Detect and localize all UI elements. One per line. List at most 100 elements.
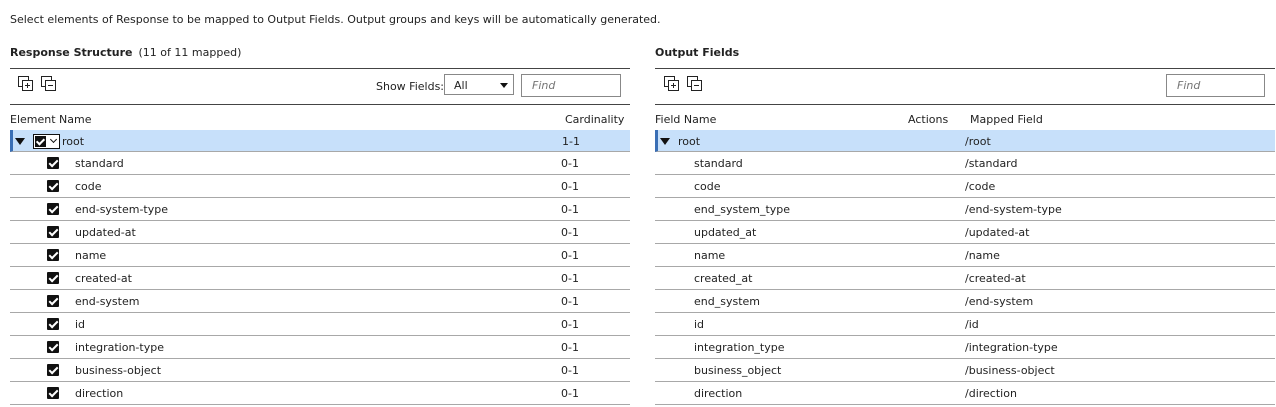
cardinality: 0-1 [561, 318, 579, 331]
checkbox-checked-icon[interactable] [47, 226, 59, 238]
cardinality: 1-1 [562, 135, 580, 148]
output-row[interactable]: code/code [655, 175, 1275, 198]
field-name: integration_type [694, 341, 785, 354]
cardinality: 0-1 [561, 226, 579, 239]
mapped-field: /code [965, 180, 996, 193]
instructions-text: Select elements of Response to be mapped… [10, 13, 661, 26]
output-row[interactable]: standard/standard [655, 152, 1275, 175]
field-name: created_at [694, 272, 753, 285]
output-fields-tree: root /root standard/standard code/code end… [655, 130, 1275, 405]
mapped-field: /root [965, 135, 991, 148]
checkbox-checked-icon[interactable] [47, 272, 59, 284]
field-name: code [694, 180, 721, 193]
element-name: direction [75, 387, 124, 400]
field-name: name [694, 249, 726, 262]
cardinality: 0-1 [561, 364, 579, 377]
divider [655, 104, 1275, 105]
mapped-field: /name [965, 249, 1000, 262]
element-name: root [62, 135, 85, 148]
show-fields-value: All [454, 79, 468, 92]
element-name: end-system-type [75, 203, 169, 216]
checkbox-checked-icon[interactable] [47, 157, 59, 169]
divider [10, 68, 630, 69]
output-fields-title: Output Fields [655, 46, 740, 59]
checkbox-checked-icon [35, 136, 46, 147]
element-name: id [75, 318, 86, 331]
element-name: end-system [75, 295, 140, 308]
show-fields-select[interactable]: All [444, 74, 514, 95]
element-name: created-at [75, 272, 132, 285]
tree-row[interactable]: standard 0-1 [10, 152, 630, 175]
output-row[interactable]: integration_type/integration-type [655, 336, 1275, 359]
element-name: code [75, 180, 102, 193]
tree-row[interactable]: business-object 0-1 [10, 359, 630, 382]
output-row[interactable]: created_at/created-at [655, 267, 1275, 290]
tree-row[interactable]: end-system-type 0-1 [10, 198, 630, 221]
checkbox-checked-icon[interactable] [47, 318, 59, 330]
tree-row[interactable]: code 0-1 [10, 175, 630, 198]
tree-row[interactable]: name 0-1 [10, 244, 630, 267]
element-name: name [75, 249, 107, 262]
dropdown-caret-icon [500, 83, 508, 88]
output-row[interactable]: business_object/business-object [655, 359, 1275, 382]
cardinality: 0-1 [561, 295, 579, 308]
checkbox-checked-icon[interactable] [47, 203, 59, 215]
cardinality: 0-1 [561, 180, 579, 193]
field-name: direction [694, 387, 743, 400]
cardinality: 0-1 [561, 387, 579, 400]
checkbox-checked-icon[interactable] [47, 295, 59, 307]
output-row[interactable]: direction/direction [655, 382, 1275, 405]
cardinality: 0-1 [561, 272, 579, 285]
expand-triangle-icon[interactable] [660, 138, 670, 145]
collapse-all-icon[interactable] [687, 76, 703, 92]
column-header-element-name: Element Name [10, 113, 92, 126]
tree-row[interactable]: direction 0-1 [10, 382, 630, 405]
tree-row[interactable]: created-at 0-1 [10, 267, 630, 290]
column-header-cardinality: Cardinality [565, 113, 625, 126]
expand-triangle-icon[interactable] [15, 138, 25, 145]
element-name: standard [75, 157, 124, 170]
field-name: end_system [694, 295, 760, 308]
mapped-field: /end-system-type [965, 203, 1062, 216]
column-header-field-name: Field Name [655, 113, 717, 126]
chevron-down-icon [49, 135, 58, 144]
element-name: updated-at [75, 226, 136, 239]
checkbox-checked-icon[interactable] [47, 341, 59, 353]
expand-all-icon[interactable] [18, 76, 34, 92]
response-tree: root 1-1 standard 0-1 code 0-1 end-system-ty… [10, 130, 630, 405]
tree-row[interactable]: id 0-1 [10, 313, 630, 336]
output-row[interactable]: updated_at/updated-at [655, 221, 1275, 244]
tree-row[interactable]: end-system 0-1 [10, 290, 630, 313]
response-find-input[interactable] [521, 74, 621, 97]
cardinality: 0-1 [561, 203, 579, 216]
column-header-mapped-field: Mapped Field [970, 113, 1043, 126]
mapped-field: /id [965, 318, 979, 331]
field-name: updated_at [694, 226, 757, 239]
output-row[interactable]: id/id [655, 313, 1275, 336]
output-find-input[interactable] [1166, 74, 1265, 97]
tree-row[interactable]: integration-type 0-1 [10, 336, 630, 359]
output-row[interactable]: name/name [655, 244, 1275, 267]
checkbox-checked-icon[interactable] [47, 387, 59, 399]
checkbox-checked-icon[interactable] [47, 180, 59, 192]
response-structure-title: Response Structure (11 of 11 mapped) [10, 46, 241, 59]
collapse-all-icon[interactable] [41, 76, 57, 92]
divider [655, 68, 1275, 69]
cardinality: 0-1 [561, 249, 579, 262]
checkbox-checked-icon[interactable] [47, 364, 59, 376]
tree-row[interactable]: updated-at 0-1 [10, 221, 630, 244]
output-row[interactable]: end_system_type/end-system-type [655, 198, 1275, 221]
output-row[interactable]: end_system/end-system [655, 290, 1275, 313]
checkbox-checked-icon[interactable] [47, 249, 59, 261]
mapped-count: (11 of 11 mapped) [138, 46, 242, 59]
expand-all-icon[interactable] [664, 76, 680, 92]
element-name: integration-type [75, 341, 164, 354]
mapped-field: /updated-at [965, 226, 1030, 239]
root-select-checkbox[interactable] [33, 134, 60, 149]
field-name: business_object [694, 364, 782, 377]
mapped-field: /business-object [965, 364, 1055, 377]
tree-row-root[interactable]: root 1-1 [10, 130, 630, 152]
output-row-root[interactable]: root /root [655, 130, 1275, 152]
mapped-field: /created-at [965, 272, 1026, 285]
mapped-field: /standard [965, 157, 1018, 170]
